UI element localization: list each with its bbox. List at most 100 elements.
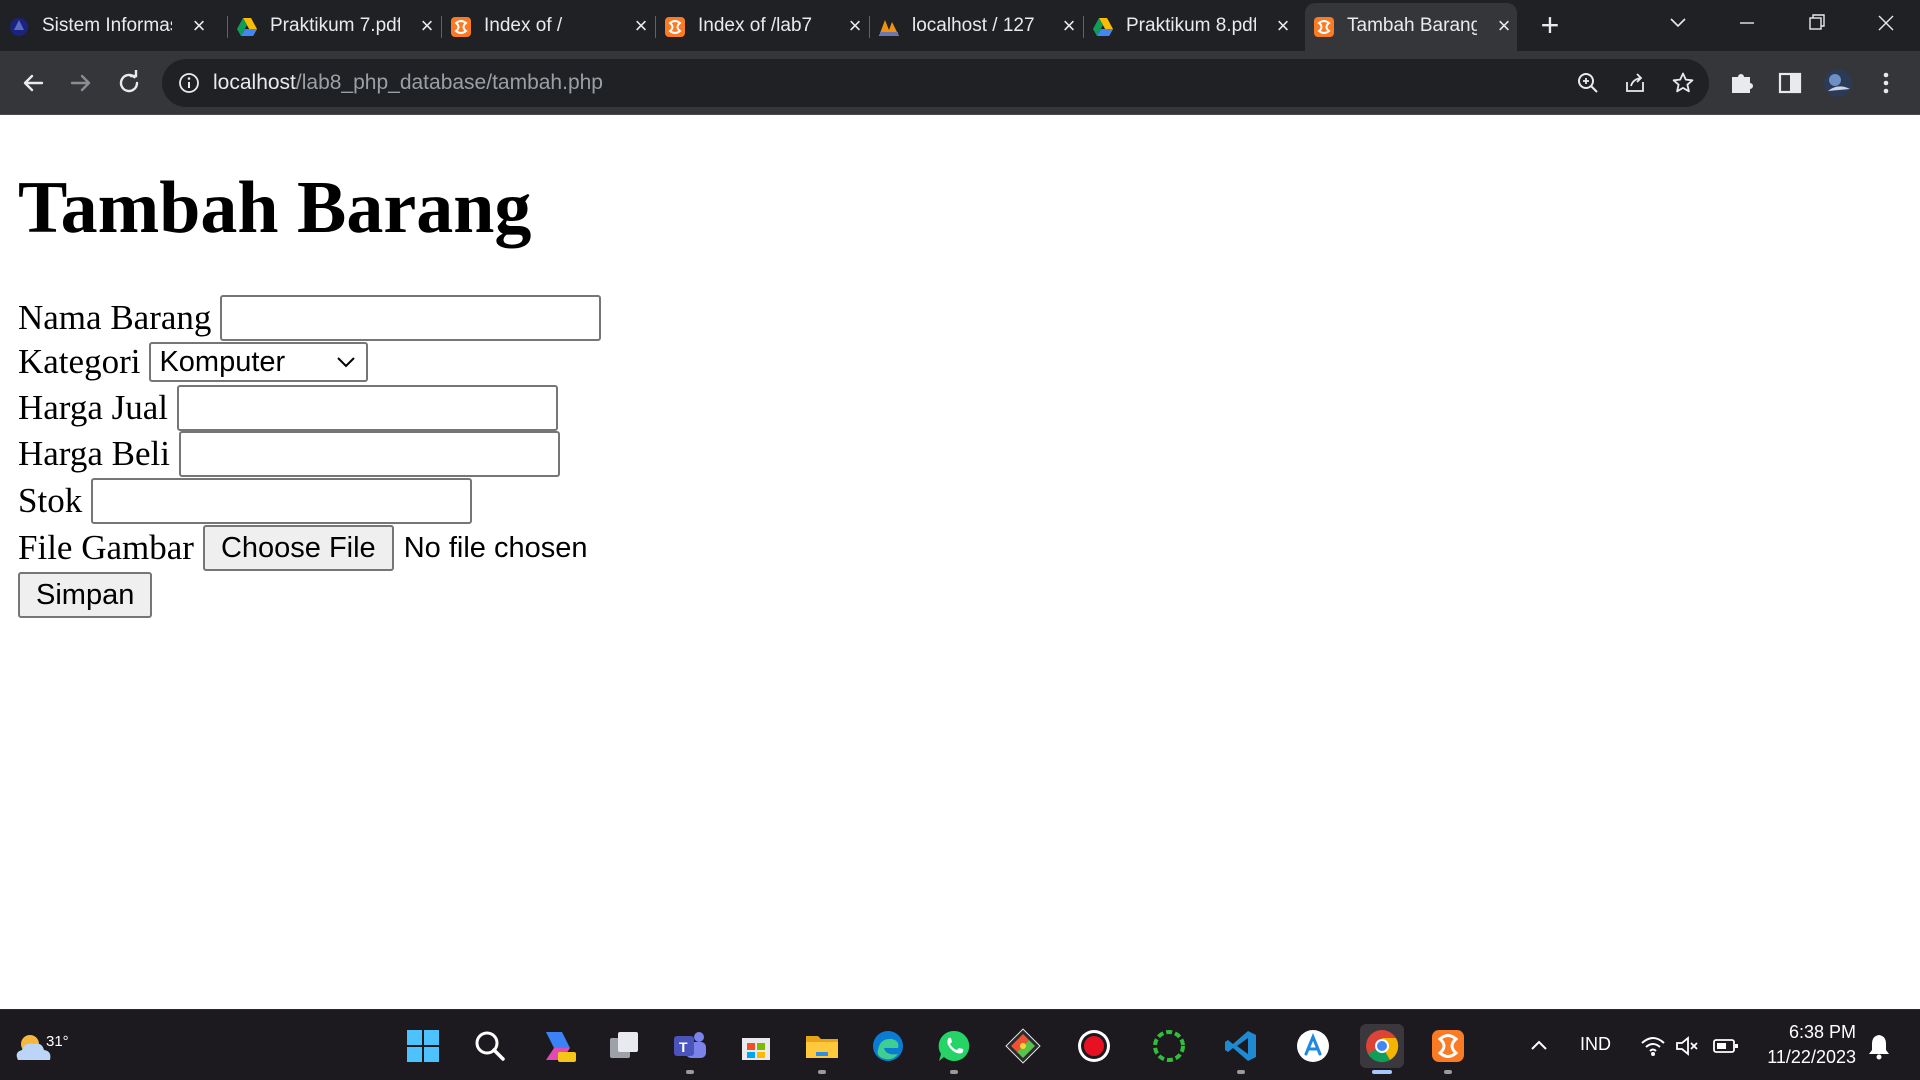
share-icon[interactable]: [1623, 71, 1647, 95]
chrome-button[interactable]: [1360, 1024, 1404, 1074]
tab-index-root[interactable]: Index of / ×: [442, 6, 656, 45]
harga-beli-input[interactable]: [178, 431, 560, 477]
task-view-button[interactable]: [602, 1024, 646, 1068]
stok-row: Stok: [18, 478, 473, 524]
copilot-button[interactable]: [536, 1024, 580, 1068]
kategori-row: Kategori Komputer: [18, 342, 369, 382]
phpmyadmin-icon: [879, 20, 899, 36]
site-info-icon[interactable]: [178, 72, 200, 94]
taskbar-search-button[interactable]: [468, 1024, 512, 1068]
tab-tambah-barang[interactable]: Tambah Barang ×: [1305, 3, 1517, 51]
edge-icon: [873, 1031, 903, 1061]
app-store-button[interactable]: [1291, 1024, 1335, 1068]
edge-button[interactable]: [866, 1024, 910, 1068]
more-menu-icon[interactable]: [1870, 67, 1902, 99]
nama-barang-row: Nama Barang: [18, 295, 602, 341]
chevron-up-icon[interactable]: [1528, 1035, 1550, 1057]
spinner-app-button[interactable]: [1147, 1024, 1191, 1068]
browser-toolbar: localhost/lab8_php_database/tambah.php: [0, 51, 1920, 115]
address-bar[interactable]: localhost/lab8_php_database/tambah.php: [162, 59, 1709, 107]
whatsapp-button[interactable]: [932, 1024, 976, 1074]
tab-title: Index of /lab7: [698, 15, 813, 36]
close-icon[interactable]: ×: [631, 15, 651, 37]
tab-search-chevron-icon[interactable]: [1658, 8, 1698, 38]
tab-sistem-informasi[interactable]: Sistem Informasi ×: [0, 6, 228, 45]
weather-widget[interactable]: 31°: [10, 1022, 71, 1070]
chevron-down-icon: [337, 357, 356, 368]
harga-jual-label: Harga Jual: [18, 388, 168, 427]
google-drive-icon: [237, 18, 257, 36]
windows-taskbar: 31° T IND 6:38 PM 11/22/2023: [0, 1009, 1920, 1080]
tab-praktikum-7[interactable]: Praktikum 7.pdf ×: [228, 6, 442, 45]
kategori-selected-value: Komputer: [159, 346, 286, 378]
minimize-icon[interactable]: [1727, 8, 1767, 38]
microsoft-store-button[interactable]: [734, 1024, 778, 1068]
extensions-puzzle-icon[interactable]: [1726, 67, 1758, 99]
clock-time: 6:38 PM: [1788, 1022, 1856, 1042]
teams-button[interactable]: T: [668, 1024, 712, 1074]
windows-start-icon: [407, 1030, 439, 1062]
close-icon[interactable]: ×: [1494, 15, 1514, 37]
git-icon: [1005, 1028, 1041, 1064]
back-arrow-icon[interactable]: [17, 67, 49, 99]
stok-input[interactable]: [91, 478, 473, 524]
tab-praktikum-8[interactable]: Praktikum 8.pdf ×: [1084, 6, 1298, 45]
chrome-icon: [1366, 1030, 1399, 1063]
windows-start-button[interactable]: [401, 1024, 445, 1068]
harga-beli-label: Harga Beli: [18, 434, 170, 473]
app-icon: [10, 18, 28, 36]
tab-title: Praktikum 7.pdf: [270, 15, 400, 36]
bookmark-star-icon[interactable]: [1671, 71, 1695, 95]
task-view-icon: [610, 1032, 638, 1058]
xampp-button[interactable]: [1426, 1024, 1470, 1074]
harga-beli-row: Harga Beli: [18, 431, 560, 477]
close-icon[interactable]: ×: [845, 15, 865, 37]
nama-barang-input[interactable]: [220, 295, 602, 341]
profile-avatar-icon[interactable]: [1822, 67, 1854, 99]
file-explorer-icon: [806, 1036, 838, 1058]
close-icon[interactable]: ×: [1059, 15, 1079, 37]
new-tab-button[interactable]: +: [1535, 9, 1565, 41]
weather-temperature: 31°: [44, 1033, 71, 1050]
browser-tab-strip: Sistem Informasi × Praktikum 7.pdf × Ind…: [0, 0, 1920, 51]
nama-barang-label: Nama Barang: [18, 298, 212, 337]
close-icon[interactable]: ×: [1273, 15, 1293, 37]
search-icon: [475, 1031, 505, 1061]
obs-record-icon: [1078, 1030, 1110, 1062]
reload-icon[interactable]: [113, 67, 145, 99]
input-language[interactable]: IND: [1580, 1034, 1611, 1055]
tab-title: Sistem Informasi: [42, 15, 172, 36]
close-icon[interactable]: ×: [189, 15, 209, 37]
vscode-button[interactable]: [1219, 1024, 1263, 1074]
side-panel-icon[interactable]: [1774, 67, 1806, 99]
system-clock[interactable]: 6:38 PM 11/22/2023: [1756, 1020, 1856, 1070]
notification-bell-icon[interactable]: [1866, 1032, 1892, 1060]
wifi-icon[interactable]: [1640, 1034, 1666, 1058]
battery-icon[interactable]: [1712, 1034, 1740, 1058]
xampp-icon: [665, 17, 685, 37]
volume-muted-icon[interactable]: [1674, 1034, 1700, 1058]
git-button[interactable]: [1001, 1024, 1045, 1068]
url-text[interactable]: localhost/lab8_php_database/tambah.php: [213, 71, 603, 95]
microsoft-store-icon: [742, 1038, 770, 1060]
zoom-icon[interactable]: [1576, 71, 1600, 95]
tab-index-lab7[interactable]: Index of /lab7 ×: [656, 6, 870, 45]
close-icon[interactable]: ×: [417, 15, 437, 37]
close-window-icon[interactable]: [1866, 8, 1906, 38]
harga-jual-input[interactable]: [177, 385, 558, 431]
teams-icon: T: [674, 1032, 706, 1058]
kategori-select[interactable]: Komputer: [149, 342, 369, 382]
harga-jual-row: Harga Jual: [18, 385, 558, 431]
forward-arrow-icon[interactable]: [65, 67, 97, 99]
tab-title: Praktikum 8.pdf: [1126, 15, 1256, 36]
restore-icon[interactable]: [1796, 8, 1836, 38]
obs-record-button[interactable]: [1072, 1024, 1116, 1068]
choose-file-button[interactable]: Choose File: [202, 525, 394, 571]
tab-phpmyadmin[interactable]: localhost / 127 ×: [870, 6, 1084, 45]
simpan-button[interactable]: Simpan: [18, 572, 153, 618]
tab-title: localhost / 127: [912, 15, 1035, 36]
page-title: Tambah Barang: [18, 167, 532, 249]
file-explorer-button[interactable]: [800, 1024, 844, 1074]
tab-title: Index of /: [484, 15, 563, 36]
xampp-icon: [451, 17, 471, 37]
